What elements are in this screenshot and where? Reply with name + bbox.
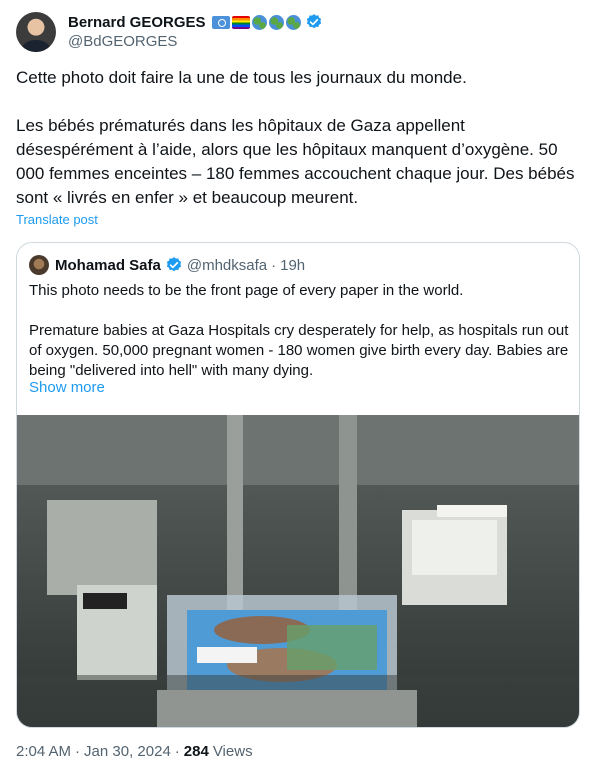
quoted-handle: @mhdksafa <box>186 256 268 274</box>
author-handle[interactable]: @BdGEORGES <box>68 33 323 50</box>
globe-icon <box>268 14 284 30</box>
quoted-photo[interactable] <box>17 415 579 727</box>
views-label: Views <box>212 743 253 760</box>
tweet-date[interactable]: Jan 30, 2024 <box>84 743 171 760</box>
quoted-display-name[interactable]: Mohamad Safa <box>55 257 161 274</box>
meta-separator: · <box>75 743 81 760</box>
globe-icon <box>285 14 301 30</box>
translate-post-link[interactable]: Translate post <box>16 212 98 227</box>
rainbow-flag-icon <box>231 15 250 29</box>
quoted-avatar[interactable] <box>29 255 49 275</box>
verified-icon[interactable] <box>305 13 323 31</box>
globe-icon <box>251 14 267 30</box>
quoted-text: This photo needs to be the front page of… <box>29 281 569 381</box>
quoted-paragraph: Premature babies at Gaza Hospitals cry d… <box>29 322 569 379</box>
tweet-paragraph: Cette photo doit faire la une de tous le… <box>16 68 467 87</box>
quoted-paragraph: This photo needs to be the front page of… <box>29 282 464 299</box>
quoted-tweet[interactable]: Mohamad Safa @mhdksafa · 19h This photo … <box>16 242 580 728</box>
meta-separator: · <box>174 743 180 760</box>
quoted-separator: · <box>271 256 277 274</box>
tweet-time[interactable]: 2:04 AM <box>16 743 71 760</box>
quoted-time: 19h <box>280 256 306 274</box>
quoted-header: Mohamad Safa @mhdksafa · 19h <box>29 255 305 275</box>
tweet-text: Cette photo doit faire la une de tous le… <box>16 66 586 210</box>
author-avatar[interactable] <box>16 12 56 52</box>
show-more-link[interactable]: Show more <box>29 379 105 396</box>
tweet-metadata: 2:04 AM · Jan 30, 2024 · 284 Views <box>16 743 253 760</box>
author-badges <box>211 14 301 30</box>
views-count: 284 <box>183 743 209 760</box>
tweet-paragraph: Les bébés prématurés dans les hôpitaux d… <box>16 116 575 207</box>
verified-icon <box>165 256 183 274</box>
author-block: Bernard GEORGES @BdGEORGES <box>68 12 323 52</box>
un-flag-icon <box>211 15 230 29</box>
author-display-name[interactable]: Bernard GEORGES <box>68 14 206 31</box>
